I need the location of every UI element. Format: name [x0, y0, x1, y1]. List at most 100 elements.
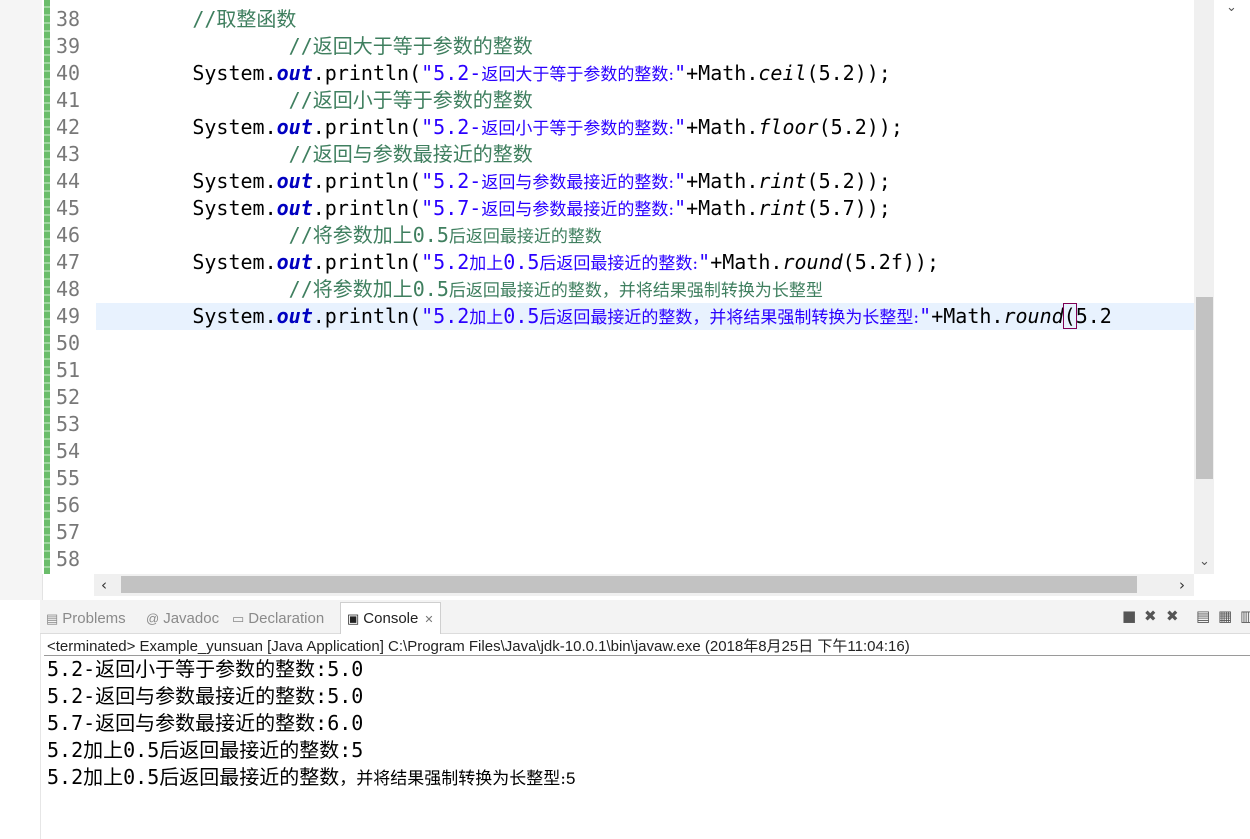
- tab-label: Console: [363, 610, 419, 627]
- code-line-44[interactable]: System.out.println("5.2-返回与参数最接近的整数:"+Ma…: [96, 168, 1194, 195]
- collapse-chevron-icon[interactable]: ⌄: [1226, 0, 1246, 18]
- code-editor[interactable]: 38 39 40 41 42 43 44 45 46 47 48 49 50 5…: [0, 0, 1250, 600]
- console-output-line: 5.2-返回小于等于参数的整数:5.0: [47, 657, 364, 681]
- terminate-icon[interactable]: ■: [1122, 607, 1136, 625]
- code-line-38[interactable]: //取整函数: [96, 6, 1194, 33]
- code-comment: 后返回最接近的整数: [448, 227, 602, 247]
- code-line-40[interactable]: System.out.println("5.2-返回大于等于参数的整数:"+Ma…: [96, 60, 1194, 87]
- code-field: out: [276, 61, 313, 85]
- code-comment: //返回大于等于参数的整数: [288, 34, 533, 58]
- line-number: 43: [56, 142, 81, 166]
- line-number: 53: [56, 412, 81, 436]
- scroll-right-arrow-icon[interactable]: ›: [1172, 574, 1192, 596]
- code-token: +Math.: [931, 304, 1004, 328]
- code-line-39[interactable]: //返回大于等于参数的整数: [96, 33, 1194, 60]
- console-output-text: 5.2加上0.5后返回最接近的整数: [47, 765, 340, 789]
- code-string: "5.2-: [421, 61, 482, 85]
- problems-icon: ▤: [46, 611, 59, 626]
- code-line-48[interactable]: //将参数加上0.5后返回最接近的整数，并将结果强制转换为长整型: [96, 276, 1194, 303]
- code-line-47[interactable]: System.out.println("5.2加上0.5后返回最接近的整数:"+…: [96, 249, 1194, 276]
- panel-left-strip: [0, 633, 41, 839]
- code-line-46[interactable]: //将参数加上0.5后返回最接近的整数: [96, 222, 1194, 249]
- code-comment: //将参数加上0.5: [288, 223, 449, 247]
- code-token: .println(: [312, 169, 422, 193]
- code-token: (5.2));: [818, 115, 903, 139]
- code-string: "5.2-: [421, 115, 482, 139]
- code-line-42[interactable]: System.out.println("5.2-返回小于等于参数的整数:"+Ma…: [96, 114, 1194, 141]
- tab-label: Javadoc: [163, 610, 220, 627]
- tab-problems[interactable]: ▤ Problems: [46, 606, 126, 631]
- horizontal-scroll-thumb[interactable]: [121, 576, 1137, 593]
- code-token: (5.2));: [806, 61, 891, 85]
- code-field: out: [276, 250, 313, 274]
- code-comment: 后返回最接近的整数，并将结果强制转换为长整型: [448, 281, 823, 301]
- code-method: round: [782, 250, 843, 274]
- vertical-scroll-thumb[interactable]: [1196, 297, 1213, 479]
- code-line-49-current[interactable]: System.out.println("5.2加上0.5后返回最接近的整数，并将…: [96, 303, 1194, 330]
- at-sign-icon: @: [146, 611, 160, 626]
- code-comment: //返回小于等于参数的整数: [288, 88, 533, 112]
- declaration-icon: ▭: [232, 611, 245, 626]
- scroll-lock-icon[interactable]: ▦: [1218, 607, 1232, 625]
- tab-javadoc[interactable]: @ Javadoc: [146, 606, 219, 631]
- remove-all-terminated-icon[interactable]: ✖: [1166, 607, 1179, 625]
- tab-label: Problems: [62, 610, 126, 627]
- scroll-down-arrow-icon[interactable]: ⌄: [1196, 552, 1213, 572]
- line-number: 44: [56, 169, 81, 193]
- code-field: out: [276, 115, 313, 139]
- matching-bracket: (: [1062, 303, 1077, 329]
- clear-console-icon[interactable]: ▤: [1196, 607, 1210, 625]
- tab-console[interactable]: ▣ Console ✕: [340, 602, 441, 634]
- code-string: 返回与参数最接近的整数:: [481, 200, 675, 220]
- code-string: "5.2: [421, 250, 470, 274]
- close-icon[interactable]: ✕: [424, 614, 433, 626]
- code-string: ": [698, 250, 711, 274]
- code-token: +Math.: [686, 169, 759, 193]
- vertical-scrollbar[interactable]: [1194, 0, 1214, 574]
- code-token: .println(: [312, 61, 422, 85]
- console-status-line: <terminated> Example_yunsuan [Java Appli…: [47, 638, 910, 655]
- code-token: System.: [192, 169, 277, 193]
- code-token: (5.2f));: [842, 250, 939, 274]
- line-number: 55: [56, 466, 81, 490]
- code-string: "5.7-: [421, 196, 482, 220]
- line-number: 40: [56, 61, 81, 85]
- word-wrap-icon[interactable]: ▥: [1240, 607, 1250, 625]
- code-token: (5.2));: [806, 169, 891, 193]
- code-string: 返回小于等于参数的整数:: [481, 119, 675, 139]
- code-token: System.: [192, 115, 277, 139]
- code-token: System.: [192, 61, 277, 85]
- code-string: ": [919, 304, 932, 328]
- tab-declaration[interactable]: ▭ Declaration: [232, 606, 324, 631]
- view-tab-bar: ▤ Problems @ Javadoc ▭ Declaration ▣ Console…: [40, 600, 1250, 634]
- code-token: .println(: [312, 115, 422, 139]
- line-number: 38: [56, 7, 81, 31]
- code-method: rint: [758, 169, 807, 193]
- scroll-left-arrow-icon[interactable]: ‹: [94, 574, 114, 596]
- code-comment: //取整函数: [192, 7, 297, 31]
- code-method: ceil: [758, 61, 807, 85]
- code-line-43[interactable]: //返回与参数最接近的整数: [96, 141, 1194, 168]
- console-panel: ▤ Problems @ Javadoc ▭ Declaration ▣ Console…: [0, 600, 1250, 839]
- code-token: 5.2: [1075, 304, 1112, 328]
- line-number: 48: [56, 277, 81, 301]
- code-token: +Math.: [686, 61, 759, 85]
- line-number: 51: [56, 358, 81, 382]
- code-line-45[interactable]: System.out.println("5.7-返回与参数最接近的整数:"+Ma…: [96, 195, 1194, 222]
- line-number: 57: [56, 520, 81, 544]
- code-string: 返回与参数最接近的整数:: [481, 173, 675, 193]
- remove-launch-icon[interactable]: ✖: [1144, 607, 1157, 625]
- code-line-41[interactable]: //返回小于等于参数的整数: [96, 87, 1194, 114]
- code-token: +Math.: [686, 115, 759, 139]
- code-token: +Math.: [710, 250, 783, 274]
- line-number: 54: [56, 439, 81, 463]
- code-string: "5.2: [421, 304, 470, 328]
- code-string: 0.5: [503, 304, 540, 328]
- code-method: rint: [758, 196, 807, 220]
- line-number: 45: [56, 196, 81, 220]
- code-comment: //将参数加上0.5: [288, 277, 449, 301]
- code-token: System.: [192, 304, 277, 328]
- tab-label: Declaration: [248, 610, 325, 627]
- code-token: System.: [192, 196, 277, 220]
- code-string: 后返回最接近的整数，并将结果强制转换为长整型:: [539, 308, 920, 328]
